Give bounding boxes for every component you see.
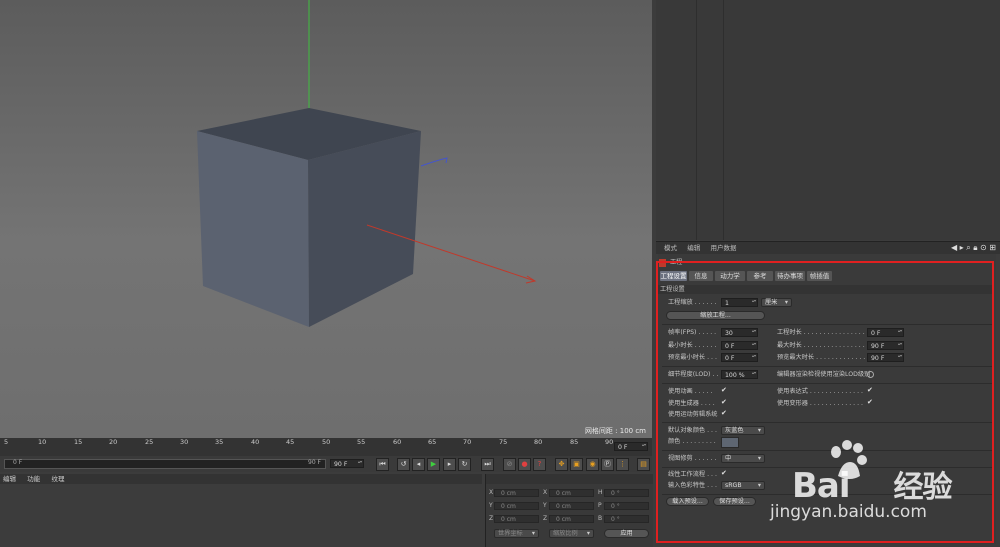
tick-label: 80 xyxy=(534,438,543,446)
column-divider xyxy=(723,0,724,240)
grid-spacing-label: 网格间距 : 100 cm xyxy=(584,427,646,435)
3d-viewport[interactable]: 网格间距 : 100 cm xyxy=(0,0,652,438)
range-end-label: 90 F xyxy=(308,459,321,466)
z-axis-line xyxy=(420,157,448,167)
tick-label: 30 xyxy=(180,438,189,446)
viewport-scene xyxy=(197,0,537,327)
rot-p-label: P xyxy=(598,502,602,509)
goto-end-icon[interactable]: ⏭ xyxy=(481,458,494,471)
tick-label: 75 xyxy=(499,438,508,446)
watermark-brand-cn: 经验 xyxy=(893,470,953,505)
range-start-label: 0 F xyxy=(13,459,23,466)
scale-mode-select[interactable]: 缩放比例 xyxy=(549,529,594,538)
tick-label: 90 xyxy=(605,438,614,446)
cube-right-face xyxy=(308,131,421,327)
rot-h-label: H xyxy=(598,489,603,496)
scale-key-icon[interactable]: ▣ xyxy=(570,458,583,471)
menu-mat-texture[interactable]: 纹理 xyxy=(51,475,64,483)
tick-label: 50 xyxy=(322,438,331,446)
object-manager[interactable] xyxy=(656,0,1000,240)
current-frame-field[interactable]: 0 F xyxy=(614,442,648,451)
next-frame-icon[interactable]: ▸ xyxy=(443,458,456,471)
record-icon[interactable]: ● xyxy=(518,458,531,471)
tick-label: 55 xyxy=(357,438,366,446)
size-z-label: Z xyxy=(543,515,548,522)
timeline-ruler[interactable]: 5 10 15 20 25 30 35 40 45 50 55 60 65 70… xyxy=(0,438,652,456)
move-key-icon[interactable]: ✥ xyxy=(555,458,568,471)
coords-header xyxy=(486,474,653,484)
pos-z-label: Z xyxy=(489,515,494,522)
size-y-input[interactable]: 0 cm xyxy=(549,502,594,510)
nav-icons[interactable]: ◀ ▸ ⌕ 🔒︎ ⊙ ⊞ xyxy=(951,242,996,254)
tick-label: 25 xyxy=(145,438,154,446)
tick-label: 45 xyxy=(286,438,295,446)
cube-left-face xyxy=(197,131,309,327)
prev-frame-icon[interactable]: ◂ xyxy=(412,458,425,471)
size-x-input[interactable]: 0 cm xyxy=(549,489,594,497)
timeline-icon[interactable]: ▤ xyxy=(637,458,650,471)
menu-mat-edit[interactable]: 编辑 xyxy=(3,475,16,483)
tick-label: 20 xyxy=(109,438,118,446)
tick-label: 60 xyxy=(393,438,402,446)
end-frame-field[interactable]: 90 F xyxy=(330,459,364,468)
rot-p-input[interactable]: 0 ° xyxy=(604,502,649,510)
key-link-icon[interactable]: ⊘ xyxy=(503,458,516,471)
pos-x-input[interactable]: 0 cm xyxy=(494,489,539,497)
pla-key-icon[interactable]: ⋮ xyxy=(616,458,629,471)
watermark-brand-latin: Bai xyxy=(792,466,851,506)
next-key-icon[interactable]: ↻ xyxy=(458,458,471,471)
pos-x-label: X xyxy=(489,489,494,496)
tick-label: 5 xyxy=(4,438,9,446)
param-key-icon[interactable]: Ⓟ xyxy=(601,458,614,471)
auto-key-icon[interactable]: ? xyxy=(533,458,546,471)
material-area[interactable] xyxy=(0,484,484,547)
coordinates-manager: X 0 cm Y 0 cm Z 0 cm X 0 cm Y 0 cm Z 0 c… xyxy=(485,474,653,547)
tick-label: 10 xyxy=(38,438,47,446)
pos-z-input[interactable]: 0 cm xyxy=(494,515,539,523)
rot-b-label: B xyxy=(598,515,603,522)
menu-edit[interactable]: 编辑 xyxy=(687,242,700,254)
material-menubar: 编辑 功能 纹理 xyxy=(0,474,482,484)
coordinate-system-select[interactable]: 世界坐标 xyxy=(494,529,539,538)
size-z-input[interactable]: 0 cm xyxy=(549,515,594,523)
size-y-label: Y xyxy=(543,502,547,509)
tick-label: 70 xyxy=(463,438,472,446)
play-icon[interactable]: ▶ xyxy=(427,458,440,471)
tick-label: 35 xyxy=(215,438,224,446)
watermark-brand: Bai 经验 xyxy=(792,462,953,506)
pos-y-label: Y xyxy=(489,502,493,509)
rotate-key-icon[interactable]: ◉ xyxy=(586,458,599,471)
prev-key-icon[interactable]: ↺ xyxy=(397,458,410,471)
watermark-url: jingyan.baidu.com xyxy=(770,502,927,522)
tick-label: 85 xyxy=(570,438,579,446)
menu-mat-function[interactable]: 功能 xyxy=(27,475,40,483)
frame-range-slider[interactable]: 0 F 90 F xyxy=(4,459,326,469)
rot-b-input[interactable]: 0 ° xyxy=(604,515,649,523)
pos-y-input[interactable]: 0 cm xyxy=(494,502,539,510)
tick-label: 15 xyxy=(74,438,83,446)
rot-h-input[interactable]: 0 ° xyxy=(604,489,649,497)
size-x-label: X xyxy=(543,489,548,496)
menu-mode[interactable]: 模式 xyxy=(664,242,677,254)
tick-label: 65 xyxy=(428,438,437,446)
column-divider xyxy=(696,0,697,240)
apply-button[interactable]: 应用 xyxy=(604,529,649,538)
goto-start-icon[interactable]: ⏮ xyxy=(376,458,389,471)
tick-label: 40 xyxy=(251,438,260,446)
attribute-menubar: 模式 编辑 用户数据 ◀ ▸ ⌕ 🔒︎ ⊙ ⊞ xyxy=(656,241,1000,254)
menu-userdata[interactable]: 用户数据 xyxy=(710,242,736,254)
